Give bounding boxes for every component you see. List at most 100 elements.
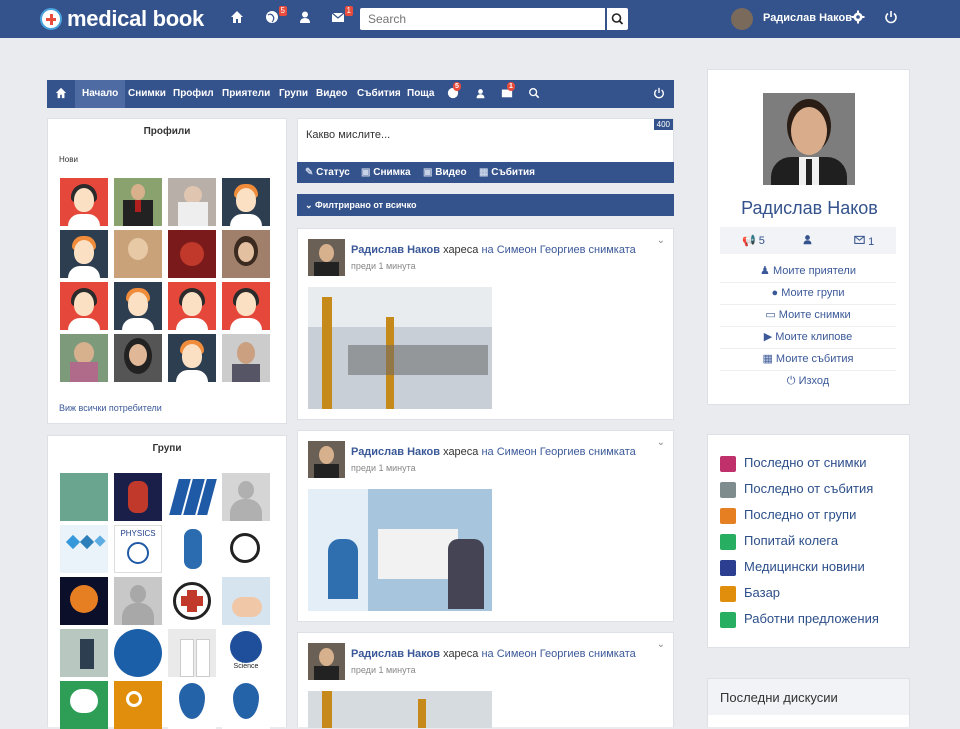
user-avatar[interactable]	[731, 8, 753, 30]
search-input[interactable]	[360, 8, 605, 30]
profile-avatar[interactable]	[114, 178, 162, 226]
profile-avatar[interactable]	[60, 282, 108, 330]
nav-item-video[interactable]: Видео	[316, 80, 347, 108]
group-image[interactable]	[168, 681, 216, 729]
group-image[interactable]	[168, 577, 216, 625]
status-input[interactable]: Какво мислите...	[306, 129, 390, 141]
profile-avatar[interactable]	[60, 230, 108, 278]
group-image[interactable]	[114, 577, 162, 625]
menu-my-events[interactable]: ▦ Моите събития	[720, 348, 896, 371]
post-author[interactable]: Радислав Наков	[351, 648, 440, 660]
tab-events[interactable]: ▦ Събития	[479, 167, 535, 178]
chevron-down-icon[interactable]: ⌄	[657, 437, 665, 448]
tab-video[interactable]: ▣ Видео	[423, 167, 467, 178]
power-icon[interactable]	[882, 10, 900, 28]
nav-search-icon[interactable]	[528, 80, 540, 108]
profile-avatar[interactable]	[114, 334, 162, 382]
group-image[interactable]	[168, 629, 216, 677]
group-image[interactable]	[60, 525, 108, 573]
group-image[interactable]	[168, 525, 216, 573]
profile-avatar[interactable]	[222, 178, 270, 226]
group-image[interactable]	[222, 525, 270, 573]
profile-avatar[interactable]	[222, 334, 270, 382]
nav-item-mail[interactable]: Поща	[407, 80, 434, 108]
post-photo[interactable]	[308, 691, 492, 728]
stat-friends[interactable]	[802, 234, 813, 248]
nav-item-events[interactable]: Събития	[357, 80, 401, 108]
search-button[interactable]	[607, 8, 628, 30]
post-author-avatar[interactable]	[308, 239, 345, 276]
medical-news-link[interactable]: Медицински новини	[720, 557, 865, 577]
user-name[interactable]: Радислав Наков	[763, 12, 852, 24]
stat-messages[interactable]: 1	[854, 234, 874, 248]
group-image[interactable]	[222, 681, 270, 729]
group-image[interactable]: Science	[222, 629, 270, 677]
profile-avatar[interactable]	[114, 282, 162, 330]
post-author[interactable]: Радислав Наков	[351, 244, 440, 256]
post-author-avatar[interactable]	[308, 441, 345, 478]
recent-events-link[interactable]: Последно от събития	[720, 479, 873, 499]
menu-my-clips[interactable]: ▶ Моите клипове	[720, 326, 896, 349]
recent-photos-link[interactable]: Последно от снимки	[720, 453, 867, 473]
menu-logout[interactable]: ⏻ Изход	[720, 370, 896, 392]
profile-avatar[interactable]	[168, 334, 216, 382]
group-image[interactable]	[222, 473, 270, 521]
globe-icon[interactable]: 5	[263, 6, 287, 28]
group-image[interactable]	[114, 473, 162, 521]
bazaar-link[interactable]: Базар	[720, 583, 780, 603]
post-author-avatar[interactable]	[308, 643, 345, 680]
post-target-link[interactable]: на Симеон Георгиев снимката	[481, 446, 635, 458]
group-image[interactable]	[168, 473, 217, 521]
post-photo[interactable]	[308, 489, 492, 611]
recent-groups-link[interactable]: Последно от групи	[720, 505, 856, 525]
profile-avatar[interactable]	[222, 230, 270, 278]
profile-avatar[interactable]	[60, 334, 108, 382]
feed-filter[interactable]: ⌄ Филтрирано от всичко	[297, 194, 674, 216]
nav-user-icon[interactable]	[475, 80, 486, 108]
group-image[interactable]: PHYSICS	[114, 525, 162, 573]
nav-power-icon[interactable]	[653, 80, 665, 108]
chevron-down-icon[interactable]: ⌄	[657, 235, 665, 246]
profile-avatar[interactable]	[222, 282, 270, 330]
nav-item-groups[interactable]: Групи	[279, 80, 308, 108]
view-all-users-link[interactable]: Виж всички потребители	[59, 403, 162, 413]
home-icon[interactable]	[228, 10, 246, 28]
profile-photo[interactable]	[763, 93, 855, 185]
profile-avatar[interactable]	[114, 230, 162, 278]
group-image[interactable]	[60, 681, 108, 729]
gear-icon[interactable]	[849, 10, 867, 28]
nav-item-home[interactable]: Начало	[75, 80, 126, 108]
envelope-icon[interactable]: 1	[329, 6, 353, 28]
group-image[interactable]	[60, 577, 108, 625]
profile-name[interactable]: Радислав Наков	[708, 198, 911, 219]
nav-item-photos[interactable]: Снимки	[128, 80, 166, 108]
nav-globe-icon[interactable]: 5	[447, 80, 461, 108]
job-offers-link[interactable]: Работни предложения	[720, 609, 879, 629]
profile-avatar[interactable]	[168, 230, 216, 278]
group-image[interactable]	[60, 629, 108, 677]
group-image[interactable]	[60, 473, 108, 521]
group-image[interactable]	[114, 629, 162, 677]
nav-envelope-icon[interactable]: 1	[501, 80, 515, 108]
chevron-down-icon[interactable]: ⌄	[657, 639, 665, 650]
app-logo[interactable]: medical book	[40, 6, 204, 32]
menu-my-photos[interactable]: ▭ Моите снимки	[720, 304, 896, 327]
profile-avatar[interactable]	[168, 282, 216, 330]
tab-status[interactable]: ✎ Статус	[305, 167, 350, 178]
menu-my-groups[interactable]: ● Моите групи	[720, 282, 896, 305]
user-icon[interactable]	[296, 10, 314, 28]
profile-avatar[interactable]	[60, 178, 108, 226]
nav-item-friends[interactable]: Приятели	[222, 80, 270, 108]
nav-home-icon[interactable]	[55, 80, 67, 108]
ask-colleague-link[interactable]: Попитай колега	[720, 531, 838, 551]
post-target-link[interactable]: на Симеон Георгиев снимката	[481, 244, 635, 256]
group-image[interactable]	[222, 577, 270, 625]
stat-posts[interactable]: 📢 5	[742, 234, 765, 247]
post-photo[interactable]	[308, 287, 492, 409]
nav-item-profile[interactable]: Профил	[173, 80, 214, 108]
tab-photo[interactable]: ▣ Снимка	[361, 167, 411, 178]
group-image[interactable]	[114, 681, 162, 729]
menu-my-friends[interactable]: ♟ Моите приятели	[720, 260, 896, 283]
post-author[interactable]: Радислав Наков	[351, 446, 440, 458]
post-target-link[interactable]: на Симеон Георгиев снимката	[481, 648, 635, 660]
